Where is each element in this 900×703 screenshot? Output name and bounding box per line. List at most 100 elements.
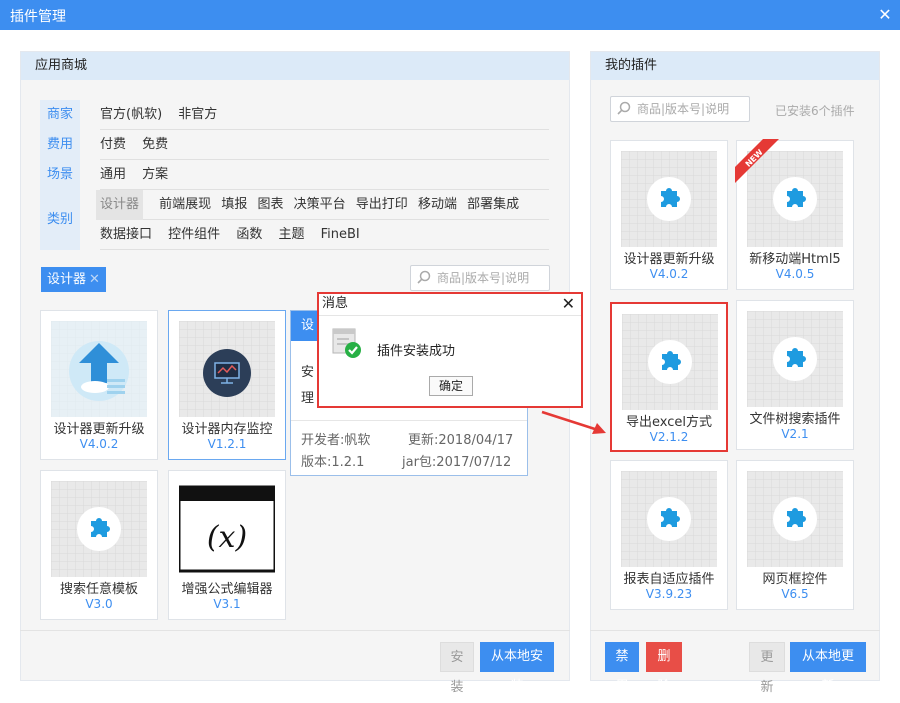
store-card-search-template[interactable]: 搜索任意模板 V3.0 bbox=[40, 470, 158, 620]
tag-remove-icon[interactable]: ✕ bbox=[89, 272, 100, 287]
puzzle-icon bbox=[621, 471, 717, 567]
detail-version: 版本:1.2.1 bbox=[301, 455, 365, 470]
local-install-button[interactable]: 从本地安装 bbox=[480, 642, 554, 694]
my-card-mobile-html5[interactable]: NEW 新移动端Html5 V4.0.5 bbox=[735, 139, 854, 290]
disable-button[interactable]: 禁用 bbox=[605, 642, 639, 694]
my-plugins-search-input[interactable]: 商品|版本号|说明 bbox=[610, 96, 750, 122]
filter-label-scene: 场景 bbox=[40, 160, 80, 190]
filter-options-scene: 通用 方案 bbox=[100, 160, 549, 190]
dialog-title: 消息 bbox=[319, 294, 581, 316]
filter-option-widgets[interactable]: 控件组件 bbox=[168, 220, 220, 250]
title-bar: 插件管理 ✕ bbox=[0, 0, 900, 30]
my-card-export-excel[interactable]: 导出excel方式 V2.1.2 bbox=[610, 302, 728, 452]
filter-options-cost: 付费 免费 bbox=[100, 130, 549, 160]
svg-text:(x): (x) bbox=[207, 520, 247, 555]
my-plugins-header: 我的插件 bbox=[591, 52, 879, 80]
card-version: V4.0.2 bbox=[79, 437, 119, 451]
card-name: 增强公式编辑器 bbox=[181, 582, 273, 597]
filter-option-platform[interactable]: 决策平台 bbox=[294, 190, 346, 220]
card-version: V6.5 bbox=[781, 587, 809, 601]
filter-option-fill[interactable]: 填报 bbox=[221, 190, 247, 220]
card-version: V2.1.2 bbox=[649, 430, 689, 444]
monitor-icon bbox=[179, 321, 275, 417]
window-title: 插件管理 bbox=[10, 9, 66, 25]
dialog-message: 插件安装成功 bbox=[377, 344, 456, 359]
search-icon bbox=[417, 270, 431, 284]
filter-label-vendor: 商家 bbox=[40, 100, 80, 130]
detail-developer: 开发者:帆软 bbox=[301, 433, 371, 448]
filter-options-category-1: 设计器 前端展现 填报 图表 决策平台 导出打印 移动端 部署集成 bbox=[96, 190, 549, 220]
filter-option-official[interactable]: 官方(帆软) bbox=[100, 100, 162, 130]
filter-option-deploy[interactable]: 部署集成 bbox=[467, 190, 519, 220]
filter-options-category-2: 数据接口 控件组件 函数 主题 FineBI bbox=[100, 220, 549, 250]
detail-desc-line2: 理 bbox=[301, 391, 315, 406]
card-version: V4.0.5 bbox=[775, 267, 815, 281]
filter-option-data-interface[interactable]: 数据接口 bbox=[100, 220, 152, 250]
card-name: 设计器更新升级 bbox=[53, 422, 145, 437]
filter-option-free[interactable]: 免费 bbox=[142, 130, 168, 160]
store-search-input[interactable]: 商品|版本号|说明 bbox=[410, 265, 550, 291]
card-version: V2.1 bbox=[781, 427, 809, 441]
store-footer-divider bbox=[20, 630, 570, 631]
delete-button[interactable]: 删除 bbox=[646, 642, 682, 694]
my-card-report-adaptive[interactable]: 报表自适应插件 V3.9.23 bbox=[610, 460, 728, 610]
card-name: 文件树搜索插件 bbox=[749, 412, 841, 427]
filter-option-designer[interactable]: 设计器 bbox=[96, 190, 144, 220]
puzzle-icon bbox=[51, 481, 147, 577]
detail-updated: 更新:2018/04/17 bbox=[408, 433, 514, 448]
card-version: V3.1 bbox=[213, 597, 241, 611]
store-card-memory-monitor[interactable]: 设计器内存监控 V1.2.1 bbox=[168, 310, 286, 460]
my-card-file-tree-search[interactable]: 文件树搜索插件 V2.1 bbox=[736, 300, 854, 450]
mine-footer-divider bbox=[590, 630, 880, 631]
detail-divider bbox=[291, 420, 527, 421]
filter-option-functions[interactable]: 函数 bbox=[236, 220, 262, 250]
store-card-formula-editor[interactable]: (x) 增强公式编辑器 V3.1 bbox=[168, 470, 286, 620]
upload-cloud-icon bbox=[51, 321, 147, 417]
filter-option-unofficial[interactable]: 非官方 bbox=[178, 100, 217, 130]
filter-option-theme[interactable]: 主题 bbox=[278, 220, 304, 250]
card-version: V3.9.23 bbox=[645, 587, 693, 601]
active-filter-tag: 设计器 ✕ bbox=[41, 267, 106, 292]
detail-desc-line1: 安 bbox=[301, 365, 315, 380]
card-name: 报表自适应插件 bbox=[623, 572, 715, 587]
filter-option-export-print[interactable]: 导出打印 bbox=[356, 190, 408, 220]
filter-option-mobile[interactable]: 移动端 bbox=[418, 190, 457, 220]
card-name: 网页框控件 bbox=[762, 572, 828, 587]
card-version: V4.0.2 bbox=[649, 267, 689, 281]
search-icon bbox=[617, 101, 631, 115]
filter-option-chart[interactable]: 图表 bbox=[257, 190, 283, 220]
filter-option-solution[interactable]: 方案 bbox=[142, 160, 168, 190]
puzzle-icon bbox=[621, 151, 717, 247]
my-card-designer-update[interactable]: 设计器更新升级 V4.0.2 bbox=[610, 140, 728, 290]
card-name: 搜索任意模板 bbox=[59, 582, 138, 597]
filter-label-cost: 费用 bbox=[40, 130, 80, 160]
card-version: V3.0 bbox=[85, 597, 113, 611]
store-search-placeholder: 商品|版本号|说明 bbox=[437, 271, 530, 285]
annotation-arrow-icon bbox=[541, 410, 606, 434]
app-store-header: 应用商城 bbox=[21, 52, 569, 80]
dialog-close-button[interactable]: ✕ bbox=[562, 294, 575, 314]
puzzle-icon bbox=[747, 471, 843, 567]
install-button[interactable]: 安装 bbox=[440, 642, 474, 695]
card-name: 设计器更新升级 bbox=[623, 252, 715, 267]
filter-option-general[interactable]: 通用 bbox=[100, 160, 126, 190]
filter-options-vendor: 官方(帆软) 非官方 bbox=[100, 100, 549, 130]
window-close-button[interactable]: ✕ bbox=[870, 0, 900, 30]
store-card-designer-update[interactable]: 设计器更新升级 V4.0.2 bbox=[40, 310, 158, 460]
filter-option-frontend[interactable]: 前端展现 bbox=[159, 190, 211, 220]
installed-count: 已安装6个插件 bbox=[775, 104, 855, 118]
card-name: 设计器内存监控 bbox=[181, 422, 273, 437]
formula-x-icon: (x) bbox=[179, 485, 275, 573]
filter-option-paid[interactable]: 付费 bbox=[100, 130, 126, 160]
filter-option-finebi[interactable]: FineBI bbox=[321, 220, 360, 250]
card-name: 新移动端Html5 bbox=[749, 252, 841, 267]
filter-label-category: 类别 bbox=[40, 190, 80, 250]
new-badge-icon: NEW bbox=[735, 139, 779, 183]
my-card-iframe-widget[interactable]: 网页框控件 V6.5 bbox=[736, 460, 854, 610]
local-update-button[interactable]: 从本地更新 bbox=[790, 642, 866, 694]
update-button[interactable]: 更新 bbox=[749, 642, 785, 695]
success-check-icon bbox=[332, 328, 361, 358]
active-filter-tag-label: 设计器 bbox=[47, 272, 87, 287]
dialog-ok-button[interactable]: 确定 bbox=[429, 376, 473, 396]
card-version: V1.2.1 bbox=[207, 437, 247, 451]
